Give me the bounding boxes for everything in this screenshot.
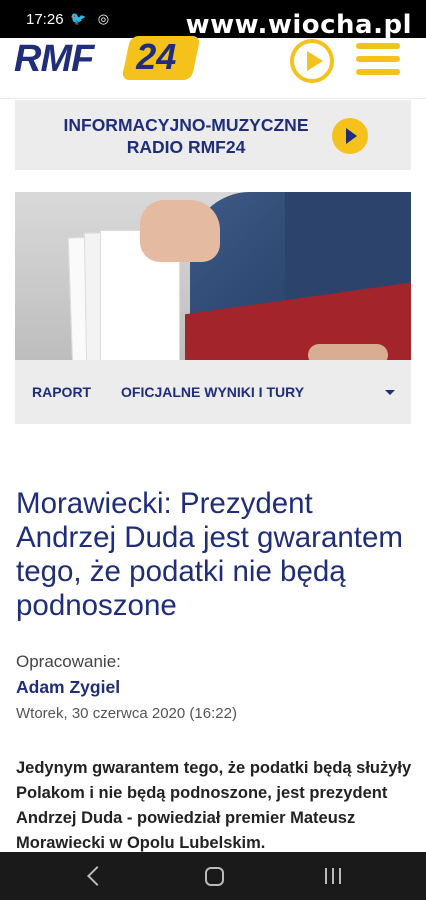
status-time: 17:26 — [26, 11, 64, 28]
recent-apps-icon[interactable] — [314, 862, 354, 890]
back-icon[interactable] — [76, 862, 116, 890]
article-photo — [15, 192, 411, 360]
notification-icons: 🐦 ◎ — [70, 11, 114, 26]
author-link[interactable]: Adam Zygiel — [16, 677, 120, 698]
report-tabs: RAPORT OFICJALNE WYNIKI I TURY — [15, 360, 411, 424]
tab-oficjalne-wyniki[interactable]: OFICJALNE WYNIKI I TURY — [121, 384, 304, 400]
tab-raport[interactable]: RAPORT — [32, 384, 91, 400]
radio-banner-line2: RADIO RMF24 — [126, 137, 246, 157]
article-title: Morawiecki: Prezydent Andrzej Duda jest … — [16, 487, 403, 622]
radio-banner-line1: INFORMACYJNO-MUZYCZNE — [63, 115, 309, 135]
logo-24-badge: 24 — [121, 36, 201, 80]
play-circle-icon[interactable] — [290, 39, 334, 83]
watermark: www.wiocha.pl — [185, 10, 412, 40]
radio-banner-text: INFORMACYJNO-MUZYCZNE RADIO RMF24 — [51, 114, 321, 158]
byline-label: Opracowanie: — [16, 652, 121, 671]
logo-rmf-text: RMF — [14, 38, 94, 80]
header-divider — [0, 98, 426, 99]
chevron-down-icon[interactable] — [385, 390, 395, 395]
android-nav-bar — [0, 852, 426, 900]
radio-play-icon[interactable] — [332, 118, 368, 154]
article-date: Wtorek, 30 czerwca 2020 (16:22) — [16, 705, 237, 722]
radio-banner[interactable]: INFORMACYJNO-MUZYCZNE RADIO RMF24 — [15, 100, 411, 170]
hamburger-menu-icon[interactable] — [356, 43, 400, 77]
article-lead: Jedynym gwarantem tego, że podatki będą … — [16, 759, 412, 852]
logo-24-text: 24 — [136, 36, 177, 77]
home-icon[interactable] — [194, 862, 234, 890]
status-bar: 17:26 🐦 ◎ www.wiocha.pl — [0, 0, 426, 40]
site-header: RMF 24 — [0, 36, 426, 96]
